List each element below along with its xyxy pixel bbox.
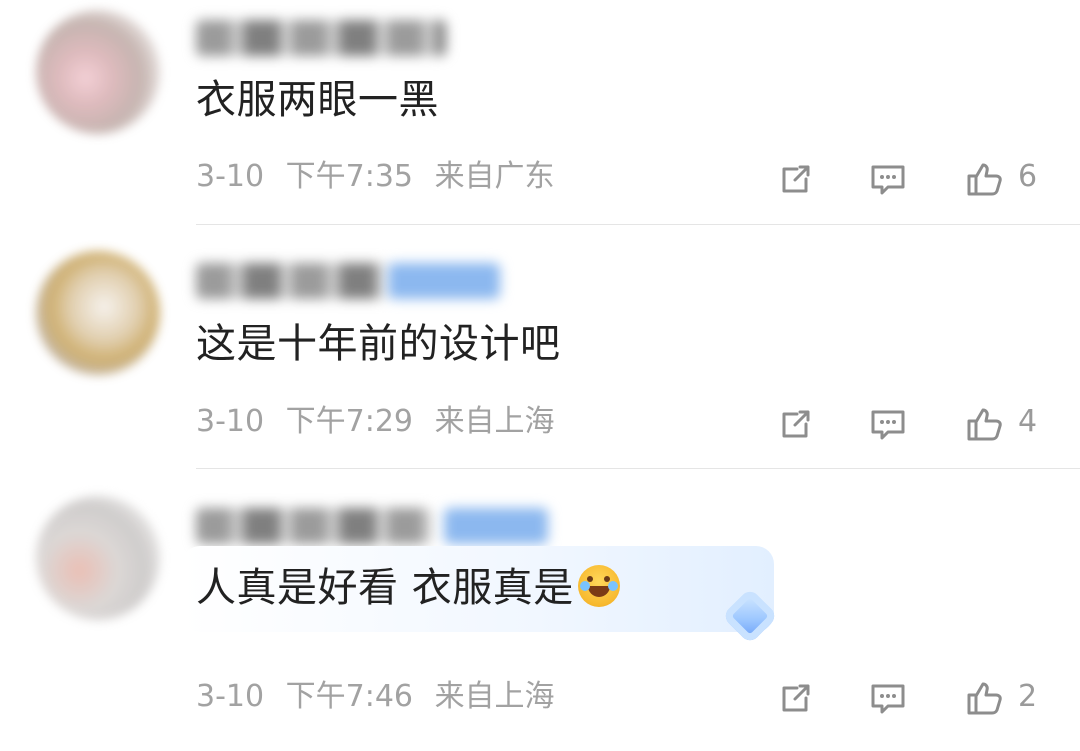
share-icon — [782, 165, 810, 193]
comment-time: 下午7:35 — [285, 159, 414, 194]
comment-date: 3-10 — [196, 159, 265, 194]
comment-time: 下午7:46 — [285, 679, 414, 714]
comment-meta: 3-10 下午7:29 来自上海 — [196, 405, 555, 439]
like-count: 6 — [1018, 159, 1038, 194]
comment-meta: 3-10 下午7:35 来自广东 — [196, 160, 555, 194]
username-blurred[interactable] — [196, 508, 431, 544]
like-button[interactable] — [964, 159, 1004, 199]
share-icon — [782, 684, 810, 712]
comment-icon — [871, 165, 905, 195]
username-blurred[interactable] — [196, 20, 446, 56]
comment-icon — [871, 684, 905, 714]
comment-date: 3-10 — [196, 404, 265, 439]
comment-meta: 3-10 下午7:46 来自上海 — [196, 680, 555, 714]
comment-time: 下午7:29 — [285, 404, 414, 439]
comment-text: 这是十年前的设计吧 — [196, 321, 561, 367]
comment-date: 3-10 — [196, 679, 265, 714]
comment-divider — [196, 468, 1080, 469]
avatar[interactable] — [36, 10, 160, 134]
share-button[interactable] — [776, 159, 816, 199]
like-count: 4 — [1018, 404, 1038, 439]
comment-icon — [871, 410, 905, 440]
comment-location: 来自上海 — [434, 404, 555, 439]
like-button[interactable] — [964, 678, 1004, 718]
share-icon — [782, 410, 810, 438]
thumbs-up-icon — [967, 682, 1002, 715]
username-blurred[interactable] — [388, 263, 500, 299]
share-button[interactable] — [776, 678, 816, 718]
username-blurred[interactable] — [444, 508, 548, 544]
comment-text-content: 人真是好看 衣服真是 — [196, 565, 574, 611]
comment-divider — [196, 224, 1080, 225]
thumbs-up-icon — [967, 163, 1002, 196]
username-blurred[interactable] — [196, 263, 386, 299]
reply-button[interactable] — [868, 678, 908, 718]
like-button[interactable] — [964, 404, 1004, 444]
thumbs-up-icon — [967, 408, 1002, 441]
comment-location: 来自广东 — [434, 159, 555, 194]
comment-text: 人真是好看 衣服真是 — [196, 564, 620, 612]
share-button[interactable] — [776, 404, 816, 444]
reply-button[interactable] — [868, 404, 908, 444]
reply-button[interactable] — [868, 159, 908, 199]
laughing-tears-emoji — [577, 565, 620, 607]
comment-location: 来自上海 — [434, 679, 555, 714]
comment-text: 衣服两眼一黑 — [196, 77, 439, 123]
avatar[interactable] — [36, 496, 160, 620]
avatar[interactable] — [36, 251, 160, 375]
like-count: 2 — [1018, 679, 1038, 714]
